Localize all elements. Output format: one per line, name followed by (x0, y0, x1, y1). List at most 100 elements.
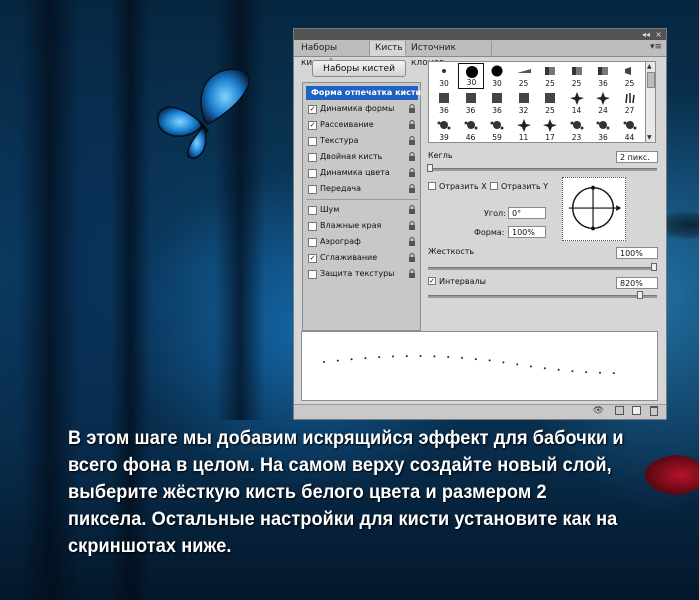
brush-tip-cell[interactable]: 25 (537, 63, 563, 89)
brush-tip-cell[interactable]: 46 (458, 117, 484, 142)
size-slider-thumb[interactable] (427, 164, 433, 172)
lock-icon[interactable] (408, 136, 416, 145)
checkbox[interactable]: ✓ (308, 254, 317, 263)
tab-brush-presets[interactable]: Наборы кистей (296, 41, 370, 68)
brush-tip-cell[interactable]: 36 (431, 90, 457, 116)
size-field[interactable]: 2 пикс. (616, 151, 658, 163)
toggle-brush-panel-icon[interactable]: 👁 (593, 406, 604, 416)
brush-tip-cell[interactable]: 36 (590, 117, 616, 142)
checkbox[interactable] (308, 169, 317, 178)
brush-tip-cell[interactable]: 59 (484, 117, 510, 142)
lock-icon[interactable] (408, 221, 416, 230)
list-item-texture[interactable]: Текстура (306, 134, 418, 148)
lock-icon[interactable] (408, 168, 416, 177)
lock-icon[interactable] (408, 237, 416, 246)
flip-x-checkbox[interactable] (428, 182, 436, 190)
checkbox[interactable] (308, 238, 317, 247)
spacing-slider[interactable] (428, 295, 657, 298)
brush-presets-button[interactable]: Наборы кистей (312, 60, 406, 77)
tab-brush[interactable]: Кисть (370, 41, 406, 56)
list-item-airbrush[interactable]: Аэрограф (306, 235, 418, 249)
hardness-field[interactable]: 100% (616, 247, 658, 259)
flip-y-checkbox[interactable] (490, 182, 498, 190)
list-divider (306, 199, 418, 200)
scroll-down-icon[interactable]: ▼ (647, 134, 652, 141)
brush-tip-cell[interactable]: 11 (511, 117, 537, 142)
brush-tip-cell[interactable]: 27 (617, 90, 643, 116)
angle-crosshair-icon[interactable] (563, 178, 625, 240)
new-brush-icon[interactable] (632, 406, 641, 415)
brush-tip-cell[interactable]: 25 (564, 63, 590, 89)
lock-icon[interactable] (408, 253, 416, 262)
brush-tip-cell[interactable]: 44 (617, 117, 643, 142)
brush-tip-cell[interactable]: 39 (431, 117, 457, 142)
list-item-noise[interactable]: Шум (306, 203, 418, 217)
checkbox[interactable] (308, 185, 317, 194)
checkbox[interactable]: ✓ (308, 121, 317, 130)
brush-tip-cell[interactable]: 30 (484, 63, 510, 89)
list-item-brush-tip-shape[interactable]: Форма отпечатка кисти (306, 86, 422, 100)
brush-tip-cell[interactable]: 30 (431, 63, 457, 89)
brush-tip-cell[interactable]: 24 (590, 90, 616, 116)
checkbox[interactable] (308, 270, 317, 279)
checkbox[interactable] (308, 206, 317, 215)
spacing-slider-thumb[interactable] (637, 291, 643, 299)
lock-icon[interactable] (408, 269, 416, 278)
checkbox[interactable] (308, 153, 317, 162)
brush-tip-cell[interactable]: 25 (537, 90, 563, 116)
lock-icon[interactable] (408, 120, 416, 129)
size-slider[interactable] (428, 168, 657, 171)
preview-dot (378, 356, 381, 359)
brush-tip-cell[interactable]: 36 (484, 90, 510, 116)
hardness-slider[interactable] (428, 267, 657, 270)
brush-tip-cell[interactable]: 23 (564, 117, 590, 142)
scroll-up-icon[interactable]: ▲ (647, 63, 652, 70)
panel-menu-icon[interactable]: ▾≡ (650, 42, 662, 52)
lock-icon[interactable] (408, 104, 416, 113)
brush-tip-cell[interactable]: 32 (511, 90, 537, 116)
brush-tip-cell[interactable]: 36 (458, 90, 484, 116)
brush-tip-cell[interactable]: 36 (590, 63, 616, 89)
checkbox[interactable] (308, 137, 317, 146)
grid-scrollbar[interactable]: ▲ ▼ (646, 61, 656, 143)
preview-dot (502, 361, 505, 364)
brush-tip-cell[interactable]: 17 (537, 117, 563, 142)
brush-tip-icon (511, 91, 537, 106)
brush-tip-cell[interactable]: 30 (457, 63, 484, 89)
lock-icon[interactable] (408, 152, 416, 161)
close-icon[interactable]: × (655, 29, 662, 40)
scroll-thumb[interactable] (647, 72, 655, 88)
roundness-field[interactable]: 100% (508, 226, 546, 238)
list-item-scattering[interactable]: ✓ Рассеивание (306, 118, 418, 132)
brush-tip-cell[interactable]: 14 (564, 90, 590, 116)
brush-tip-cell[interactable]: 25 (617, 63, 643, 89)
list-item-label: Форма отпечатка кисти (311, 88, 422, 97)
tab-clone-source[interactable]: Источник клонов (406, 41, 492, 68)
brush-tip-icon (431, 64, 457, 79)
checkbox[interactable]: ✓ (308, 105, 317, 114)
brush-tip-cell[interactable]: 25 (511, 63, 537, 89)
list-item-smoothing[interactable]: ✓ Сглаживание (306, 251, 418, 265)
list-item-shape-dynamics[interactable]: ✓ Динамика формы (306, 102, 418, 116)
checkbox[interactable] (308, 222, 317, 231)
lock-icon[interactable] (408, 184, 416, 193)
angle-roundness-widget[interactable] (562, 177, 626, 241)
create-new-preset-icon[interactable] (615, 406, 624, 415)
spacing-field[interactable]: 820% (616, 277, 658, 289)
brush-tip-icon (617, 64, 643, 79)
angle-label: Угол: (484, 209, 506, 218)
stroke-preview-dots (323, 355, 615, 375)
list-item-label: Рассеивание (320, 120, 374, 129)
list-item-dual-brush[interactable]: Двойная кисть (306, 150, 418, 164)
list-item-label: Шум (320, 205, 340, 214)
spacing-checkbox[interactable]: ✓ (428, 277, 436, 285)
list-item-color-dynamics[interactable]: Динамика цвета (306, 166, 418, 180)
collapse-icon[interactable]: ◂◂ (642, 29, 650, 40)
lock-icon[interactable] (408, 205, 416, 214)
list-item-transfer[interactable]: Передача (306, 182, 418, 196)
angle-field[interactable]: 0° (508, 207, 546, 219)
hardness-slider-thumb[interactable] (651, 263, 657, 271)
list-item-protect-texture[interactable]: Защита текстуры (306, 267, 418, 281)
delete-icon[interactable] (650, 406, 658, 416)
list-item-wet-edges[interactable]: Влажные края (306, 219, 418, 233)
